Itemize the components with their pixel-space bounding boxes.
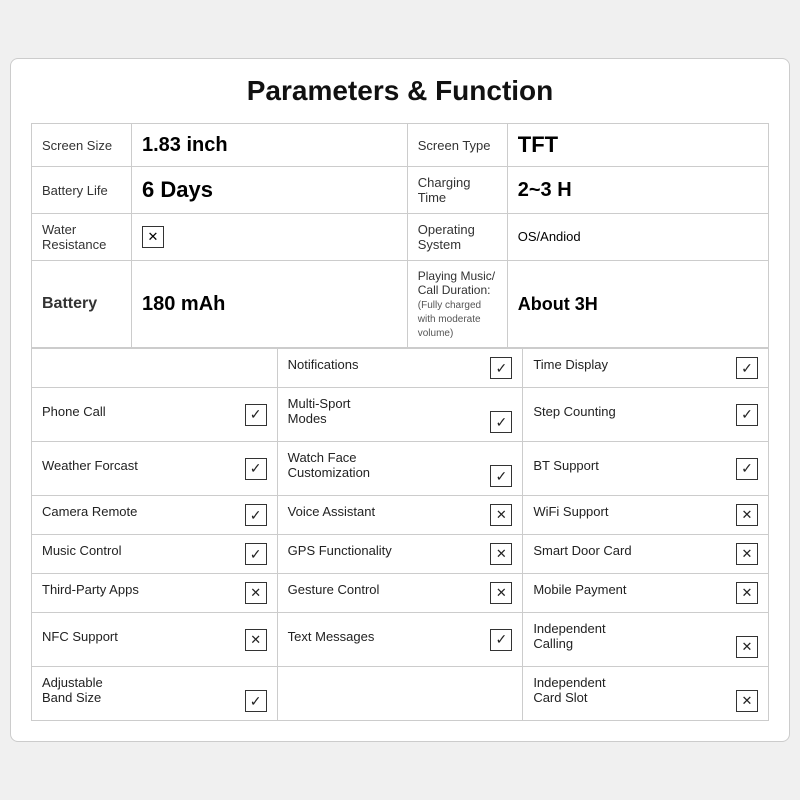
text-messages-checkbox <box>490 629 512 651</box>
cell-gesture: Gesture Control <box>277 574 523 613</box>
water-resistance-checkbox <box>142 226 164 248</box>
gps-checkbox <box>490 543 512 565</box>
page-title: Parameters & Function <box>31 75 769 107</box>
table-row: Weather Forcast Watch FaceCustomization … <box>32 442 769 496</box>
cell-notifications: Notifications <box>277 349 523 388</box>
mobile-payment-checkbox <box>736 582 758 604</box>
cell-watch-face: Watch FaceCustomization <box>277 442 523 496</box>
screen-type-label: Screen Type <box>407 124 507 167</box>
screen-type-value: TFT <box>507 124 768 167</box>
music-duration-label: Playing Music/Call Duration:(Fully charg… <box>407 261 507 348</box>
step-counting-checkbox <box>736 404 758 426</box>
music-duration-value: About 3H <box>507 261 768 348</box>
cell-mobile-payment: Mobile Payment <box>523 574 769 613</box>
wifi-support-checkbox <box>736 504 758 526</box>
cell-empty-1 <box>32 349 278 388</box>
table-row: Screen Size 1.83 inch Screen Type TFT <box>32 124 769 167</box>
water-resistance-value <box>132 214 408 261</box>
charging-time-value: 2~3 H <box>507 167 768 214</box>
camera-remote-checkbox <box>245 504 267 526</box>
cell-third-party: Third-Party Apps <box>32 574 278 613</box>
cell-bt-support: BT Support <box>523 442 769 496</box>
bt-support-checkbox <box>736 458 758 480</box>
cell-nfc: NFC Support <box>32 613 278 667</box>
cell-gps: GPS Functionality <box>277 535 523 574</box>
params-table: Screen Size 1.83 inch Screen Type TFT Ba… <box>31 123 769 348</box>
cell-empty-2 <box>277 667 523 721</box>
features-table: Notifications Time Display Phone Call Mu… <box>31 348 769 721</box>
table-row: Battery 180 mAh Playing Music/Call Durat… <box>32 261 769 348</box>
cell-time-display: Time Display <box>523 349 769 388</box>
os-label: OperatingSystem <box>407 214 507 261</box>
cell-multi-sport: Multi-SportModes <box>277 388 523 442</box>
table-row: Camera Remote Voice Assistant WiFi Suppo… <box>32 496 769 535</box>
cell-step-counting: Step Counting <box>523 388 769 442</box>
cell-phone-call: Phone Call <box>32 388 278 442</box>
cell-camera-remote: Camera Remote <box>32 496 278 535</box>
notifications-checkbox <box>490 357 512 379</box>
screen-size-label: Screen Size <box>32 124 132 167</box>
main-card: Parameters & Function Screen Size 1.83 i… <box>10 58 790 742</box>
independent-calling-checkbox <box>736 636 758 658</box>
table-row: NFC Support Text Messages IndependentCal… <box>32 613 769 667</box>
battery-value: 180 mAh <box>132 261 408 348</box>
multi-sport-checkbox <box>490 411 512 433</box>
cell-independent-card: IndependentCard Slot <box>523 667 769 721</box>
watch-face-checkbox <box>490 465 512 487</box>
smart-door-checkbox <box>736 543 758 565</box>
cell-weather: Weather Forcast <box>32 442 278 496</box>
table-row: Notifications Time Display <box>32 349 769 388</box>
voice-assistant-checkbox <box>490 504 512 526</box>
cell-text-messages: Text Messages <box>277 613 523 667</box>
screen-size-value: 1.83 inch <box>132 124 408 167</box>
gesture-checkbox <box>490 582 512 604</box>
battery-life-label: Battery Life <box>32 167 132 214</box>
cell-wifi-support: WiFi Support <box>523 496 769 535</box>
table-row: Battery Life 6 Days Charging Time 2~3 H <box>32 167 769 214</box>
cell-music-control: Music Control <box>32 535 278 574</box>
battery-life-value: 6 Days <box>132 167 408 214</box>
phone-call-checkbox <box>245 404 267 426</box>
cell-independent-calling: IndependentCalling <box>523 613 769 667</box>
water-resistance-label: WaterResistance <box>32 214 132 261</box>
band-size-checkbox <box>245 690 267 712</box>
third-party-checkbox <box>245 582 267 604</box>
music-control-checkbox <box>245 543 267 565</box>
table-row: WaterResistance OperatingSystem OS/Andio… <box>32 214 769 261</box>
charging-time-label: Charging Time <box>407 167 507 214</box>
os-value: OS/Andiod <box>507 214 768 261</box>
cell-voice-assistant: Voice Assistant <box>277 496 523 535</box>
cell-smart-door: Smart Door Card <box>523 535 769 574</box>
nfc-checkbox <box>245 629 267 651</box>
table-row: Phone Call Multi-SportModes Step Countin… <box>32 388 769 442</box>
time-display-checkbox <box>736 357 758 379</box>
battery-label: Battery <box>32 261 132 348</box>
weather-checkbox <box>245 458 267 480</box>
cell-band-size: AdjustableBand Size <box>32 667 278 721</box>
independent-card-checkbox <box>736 690 758 712</box>
table-row: Music Control GPS Functionality Smart Do… <box>32 535 769 574</box>
table-row: Third-Party Apps Gesture Control Mobile … <box>32 574 769 613</box>
table-row: AdjustableBand Size IndependentCard Slot <box>32 667 769 721</box>
